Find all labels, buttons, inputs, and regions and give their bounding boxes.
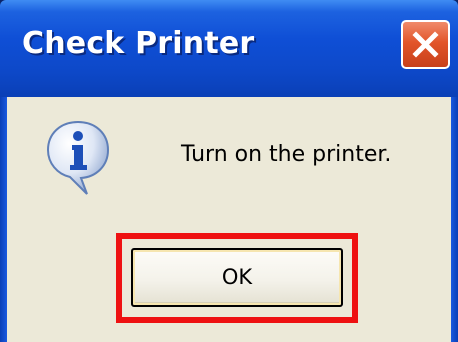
window-title: Check Printer — [22, 26, 255, 61]
window-frame-left — [0, 97, 7, 342]
ok-button[interactable]: OK — [131, 248, 343, 307]
dialog-window: Check Printer Turn on the printer. OK — [0, 0, 458, 342]
title-bar[interactable]: Check Printer — [0, 0, 458, 97]
window-frame-right — [451, 97, 458, 342]
close-icon — [412, 31, 439, 58]
close-button[interactable] — [401, 20, 450, 69]
information-icon — [46, 120, 110, 195]
dialog-message: Turn on the printer. — [181, 142, 392, 167]
